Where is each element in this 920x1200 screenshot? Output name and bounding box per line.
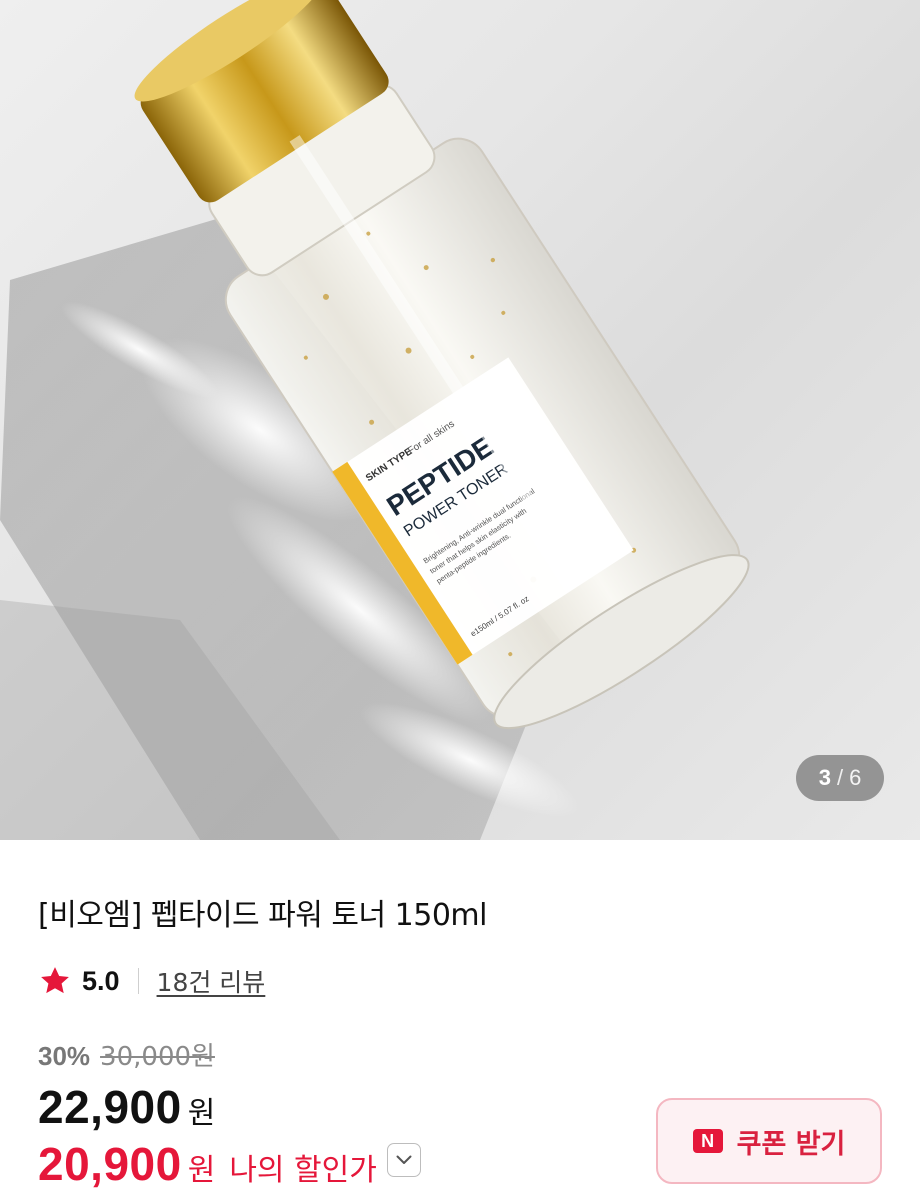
my-discount-price: 20,900 — [38, 1138, 182, 1190]
star-icon — [41, 967, 69, 994]
naver-n-icon: N — [692, 1129, 723, 1153]
counter-separator: / — [836, 765, 844, 790]
counter-current: 3 — [818, 765, 831, 790]
my-price-expand-button[interactable] — [386, 1143, 421, 1177]
chevron-down-icon — [396, 1155, 412, 1164]
product-image[interactable]: SKIN TYPE For all skins PEPTIDE POWER TO… — [0, 0, 920, 840]
rating-row: 5.0 18건 리뷰 — [38, 962, 265, 1000]
rating-divider — [137, 968, 139, 994]
my-price-unit: 원 — [187, 1153, 216, 1188]
image-page-counter: 3 / 6 — [796, 755, 884, 801]
sale-price: 22,900 — [38, 1081, 182, 1133]
my-price-row: 20,900 원 나의 할인가 — [38, 1137, 421, 1191]
my-price-label: 나의 할인가 — [229, 1153, 377, 1188]
coupon-download-button[interactable]: N 쿠폰 받기 — [656, 1098, 882, 1184]
original-price-row: 30% 30,000원 — [38, 1036, 215, 1073]
review-count-link[interactable]: 18건 리뷰 — [157, 963, 266, 999]
bottle-illustration: SKIN TYPE For all skins PEPTIDE POWER TO… — [0, 0, 750, 840]
sale-price-unit: 원 — [187, 1096, 216, 1131]
counter-total: 6 — [849, 765, 862, 790]
rating-value: 5.0 — [82, 965, 120, 996]
discount-rate: 30% — [38, 1041, 91, 1071]
coupon-button-label: 쿠폰 받기 — [736, 1128, 846, 1160]
original-price: 30,000원 — [100, 1042, 215, 1072]
sale-price-row: 22,900 원 — [38, 1080, 215, 1134]
product-title: [비오엠] 펩타이드 파워 토너 150ml — [38, 898, 487, 933]
